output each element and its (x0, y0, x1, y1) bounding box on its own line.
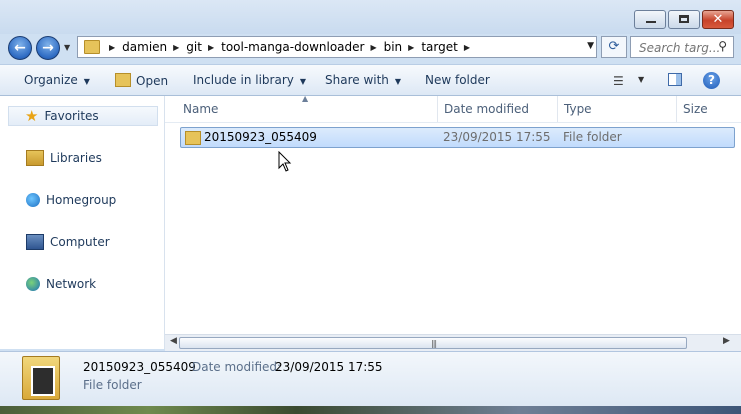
help-icon: ? (703, 72, 720, 89)
organize-menu[interactable]: Organize ▼ (24, 73, 90, 87)
sidebar-item-network[interactable]: Network (26, 274, 96, 294)
grip-icon: ||| (431, 339, 437, 348)
breadcrumb-chevron-icon[interactable]: ▶ (173, 43, 179, 52)
scroll-right-icon[interactable]: ▶ (723, 336, 730, 346)
details-pane: 20150923_055409 Date modified: 23/09/201… (0, 351, 741, 407)
close-icon: ✕ (712, 12, 724, 27)
breadcrumb: ▶ damien ▶ git ▶ tool-manga-downloader ▶… (103, 37, 477, 57)
column-divider[interactable] (676, 96, 677, 122)
open-label: Open (136, 74, 169, 88)
details-name: 20150923_055409 (83, 360, 196, 374)
column-header-type[interactable]: Type (564, 102, 592, 116)
desktop-background-strip (0, 406, 741, 414)
column-header-name[interactable]: Name (183, 102, 218, 116)
search-icon[interactable]: ⚲ (718, 39, 727, 53)
recent-pages-dropdown[interactable]: ▼ (64, 43, 70, 52)
table-row[interactable]: 20150923_055409 23/09/2015 17:55 File fo… (180, 127, 735, 148)
new-folder-button[interactable]: New folder (425, 73, 490, 87)
search-input[interactable] (637, 38, 721, 58)
sidebar-item-favorites[interactable]: ★ Favorites (8, 106, 158, 126)
maximize-button[interactable] (668, 10, 700, 29)
title-bar: ✕ (0, 0, 741, 34)
minimize-icon (646, 21, 656, 23)
column-divider[interactable] (437, 96, 438, 122)
homegroup-icon (26, 193, 40, 207)
share-with-label: Share with (325, 73, 389, 87)
details-type: File folder (83, 378, 142, 392)
sidebar-item-homegroup[interactable]: Homegroup (26, 190, 116, 210)
address-row: ← → ▼ ▶ damien ▶ git ▶ tool-manga-downlo… (0, 34, 741, 62)
command-bar: Organize ▼ Open Include in library ▼ Share… (0, 64, 741, 96)
breadcrumb-chevron-icon[interactable]: ▶ (370, 43, 376, 52)
sidebar-item-label: Libraries (50, 151, 102, 165)
navigation-pane: ★ Favorites Libraries Homegroup Computer… (0, 96, 165, 349)
file-date-modified: 23/09/2015 17:55 (443, 130, 551, 144)
scroll-left-icon[interactable]: ◀ (170, 336, 177, 346)
breadcrumb-item-git[interactable]: git (186, 40, 202, 54)
computer-icon (26, 234, 44, 250)
details-view-icon: ☰ (613, 74, 624, 88)
chevron-down-icon: ▼ (83, 77, 90, 86)
close-button[interactable]: ✕ (702, 10, 734, 29)
breadcrumb-chevron-icon[interactable]: ▶ (408, 43, 414, 52)
help-button[interactable]: ? (703, 70, 721, 92)
minimize-button[interactable] (634, 10, 666, 29)
file-type: File folder (563, 130, 622, 144)
breadcrumb-item-target[interactable]: target (421, 40, 458, 54)
breadcrumb-item-tool-manga-downloader[interactable]: tool-manga-downloader (221, 40, 364, 54)
star-icon: ★ (25, 107, 39, 125)
sidebar-item-label: Homegroup (46, 193, 117, 207)
back-button[interactable]: ← (8, 36, 32, 60)
maximize-icon (679, 15, 689, 23)
include-in-library-label: Include in library (193, 73, 294, 87)
scrollbar-thumb[interactable]: ||| (179, 337, 687, 349)
folder-icon (84, 40, 100, 54)
preview-pane-button[interactable] (666, 70, 686, 92)
details-date-label: Date modified: (192, 360, 282, 374)
breadcrumb-chevron-icon[interactable]: ▶ (464, 43, 470, 52)
open-folder-icon (115, 73, 131, 87)
libraries-icon (26, 150, 44, 166)
address-bar[interactable]: ▶ damien ▶ git ▶ tool-manga-downloader ▶… (77, 36, 597, 58)
folder-icon (185, 131, 201, 145)
sidebar-item-libraries[interactable]: Libraries (26, 148, 102, 168)
network-icon (26, 277, 40, 291)
breadcrumb-item-damien[interactable]: damien (122, 40, 167, 54)
column-divider[interactable] (557, 96, 558, 122)
horizontal-scrollbar[interactable]: ◀ ||| ▶ (165, 334, 741, 352)
preview-pane-icon (668, 73, 682, 86)
sidebar-item-label: Favorites (44, 109, 99, 123)
file-list: ▲ Name Date modified Type Size 20150923_… (165, 94, 741, 349)
refresh-button[interactable]: ⟳ (601, 36, 627, 58)
share-with-menu[interactable]: Share with ▼ (325, 73, 401, 87)
address-history-dropdown[interactable]: ▼ (587, 41, 594, 51)
column-header-size[interactable]: Size (683, 102, 708, 116)
chevron-down-icon: ▼ (299, 77, 307, 86)
open-button[interactable]: Open (115, 73, 168, 88)
column-headers: ▲ Name Date modified Type Size (165, 94, 741, 123)
chevron-down-icon: ▼ (638, 75, 645, 84)
folder-thumbnail-icon (22, 356, 60, 400)
organize-label: Organize (24, 73, 78, 87)
change-view-button[interactable]: ☰ ▼ (610, 70, 650, 92)
sidebar-item-label: Computer (50, 235, 110, 249)
photo-preview (31, 366, 55, 396)
chevron-down-icon: ▼ (394, 77, 402, 86)
file-name: 20150923_055409 (204, 130, 317, 144)
breadcrumb-item-bin[interactable]: bin (384, 40, 403, 54)
details-date-value: 23/09/2015 17:55 (275, 360, 383, 374)
forward-button[interactable]: → (36, 36, 60, 60)
sidebar-item-label: Network (46, 277, 97, 291)
sidebar-item-computer[interactable]: Computer (26, 232, 110, 252)
column-header-date-modified[interactable]: Date modified (444, 102, 529, 116)
mouse-pointer-icon (278, 151, 292, 172)
breadcrumb-chevron-icon[interactable]: ▶ (208, 43, 214, 52)
sort-ascending-icon: ▲ (302, 94, 309, 103)
search-box: ⚲ (630, 36, 734, 58)
breadcrumb-chevron-icon[interactable]: ▶ (109, 43, 115, 52)
include-in-library-menu[interactable]: Include in library ▼ (193, 73, 306, 87)
